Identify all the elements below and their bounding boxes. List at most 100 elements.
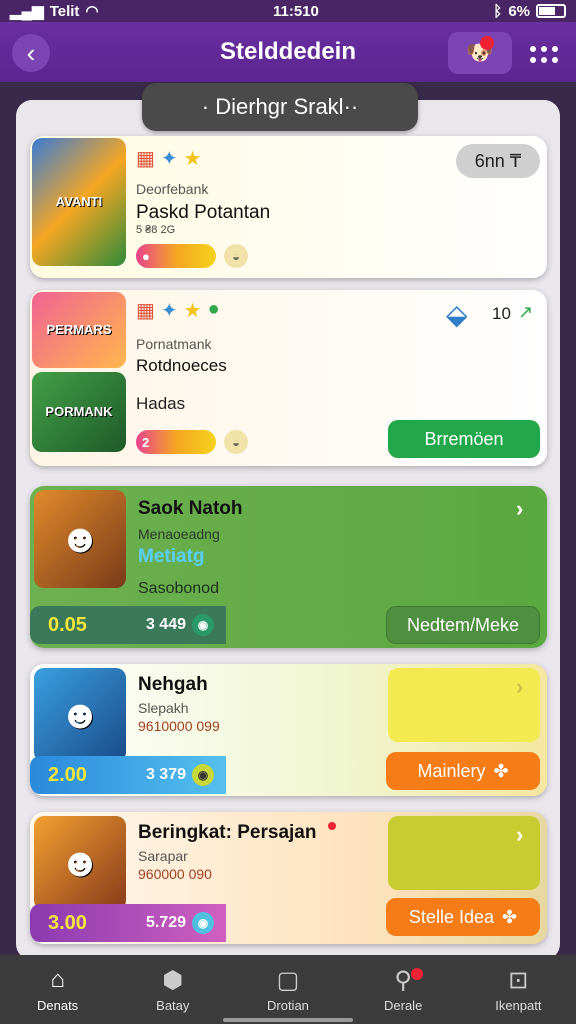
feature-icons: ▦ ✦ ★ ● (136, 298, 220, 323)
cube-icon: ⬢ (162, 967, 184, 994)
notification-dot (411, 968, 424, 980)
coin-icon: ◉ (192, 912, 214, 934)
primary-action-button[interactable]: Stelle Idea ✤ (386, 898, 540, 936)
card-subtitle: Menaoeadng (138, 526, 220, 542)
progress-pill: 2 (136, 430, 216, 454)
primary-action-button[interactable]: Brremöen (388, 420, 540, 458)
thumbnail-label: AVANTI (55, 193, 103, 209)
game-card-3[interactable]: ☻ Saok Natoh Menaoeadng Metiatg Sasobono… (30, 486, 547, 648)
progress-pill: ● (136, 244, 216, 268)
nav-item-cube[interactable]: ⬢ Batay (123, 966, 223, 1013)
status-left: ▂▄▆ Telit ◠ (10, 2, 99, 21)
button-label: Nedtem/Meke (406, 614, 520, 635)
star-icon: ★ (183, 148, 202, 170)
portrait-icon: ☻ (58, 517, 102, 561)
nav-item-home[interactable]: ⌂ Denats (8, 966, 108, 1013)
nav-item-search[interactable]: ⚲ Derale (353, 966, 453, 1013)
game-card-4[interactable]: ☻ Nehgah Slepakh 9610000 099 › 2.00 3 37… (30, 664, 547, 796)
primary-action-button[interactable]: Mainlery ✤ (386, 752, 540, 790)
box-icon: ▦ (136, 148, 155, 170)
thumbnail-label: PERMARS (46, 321, 112, 337)
nav-item-lock[interactable]: ⊡ Ikenpatt (468, 966, 568, 1013)
battery-icon (536, 4, 566, 18)
feature-icons: ▦ ✦ ★ (136, 146, 202, 171)
primary-action-button[interactable]: Nedtem/Meke (386, 606, 540, 644)
gem-icon: ● (207, 298, 220, 320)
game-card-2[interactable]: PERMARS PORMANK ▦ ✦ ★ ● Pornatmank Rotdn… (30, 290, 547, 466)
game-thumbnail: ☻ (34, 816, 126, 910)
chevron-right-icon[interactable]: › (516, 822, 523, 848)
game-card-1[interactable]: AVANTI ▦ ✦ ★ Deorfebank Paskd Potantan 5… (30, 136, 547, 278)
grid-menu-button[interactable] (524, 36, 564, 72)
game-thumbnail: ☻ (34, 490, 126, 588)
score-bar: 0.05 3 449 ◉ (30, 606, 226, 644)
score-value: 3.00 (48, 911, 87, 934)
coin-icon: ◒ (224, 430, 248, 454)
trend-up-icon: ↗ (518, 302, 534, 322)
home-icon: ⌂ (50, 966, 65, 993)
screen-icon: ▢ (276, 967, 300, 994)
bottom-nav: ⌂ Denats ⬢ Batay ▢ Drotian ⚲ Derale ⊡ Ik… (0, 955, 576, 1024)
profile-button[interactable]: 🐶 (448, 32, 512, 74)
back-button[interactable]: ‹ (12, 34, 50, 72)
nav-label: Denats (36, 998, 79, 1013)
button-label: Mainlery (417, 760, 486, 781)
game-thumbnail: AVANTI (32, 138, 126, 266)
bar-value: 2 (142, 434, 150, 450)
page-title: Stelddedein (219, 38, 357, 65)
card-highlight: Metiatg (138, 546, 205, 567)
count-value: 10 (492, 304, 511, 323)
carrier-label: Telit (49, 2, 80, 20)
game-thumbnail: PERMARS (32, 292, 126, 368)
home-indicator (223, 1018, 353, 1022)
card-title: Paskd Potantan (136, 202, 271, 223)
clock: 11:510 (272, 2, 319, 20)
game-thumbnail-secondary: PORMANK (32, 372, 126, 452)
gift-icon: ✤ (501, 906, 518, 927)
chest-icon: ⬙ (446, 299, 468, 330)
score-bar: 3.00 5.729 ◉ (30, 904, 226, 942)
lock-icon: ⊡ (508, 967, 529, 994)
card-title: Rotdnoeces (136, 356, 227, 375)
chevron-right-icon[interactable]: › (516, 496, 523, 522)
price-badge[interactable]: 6nn ₸ (456, 144, 540, 178)
game-card-5[interactable]: ☻ Beringkat: Persajan Sarapar 960000 090… (30, 812, 547, 944)
box-icon: ▦ (136, 300, 155, 322)
search-icon: ⚲ (394, 967, 412, 994)
notification-dot (480, 36, 494, 50)
score-value: 0.05 (48, 613, 87, 636)
status-right: ᛒ 6% (493, 3, 566, 20)
chevron-right-icon[interactable]: › (516, 674, 523, 700)
battery-label: 6% (508, 2, 530, 20)
nav-item-screen[interactable]: ▢ Drotian (238, 966, 338, 1013)
thumbnail-label: PORMANK (45, 403, 113, 419)
app-header: ‹ Stelddedein 🐶 (0, 22, 576, 82)
card-subtitle: Deorfebank (136, 181, 209, 197)
nav-label: Batay (156, 998, 190, 1013)
card-meta: 9610000 099 (138, 718, 220, 734)
nav-label: Drotian (267, 998, 309, 1013)
alert-dot (328, 822, 336, 830)
coin-icon: ◒ (224, 244, 248, 268)
signal-icon: ▂▄▆ (10, 3, 44, 20)
portrait-icon: ☻ (58, 841, 102, 885)
bluetooth-icon: ᛒ (493, 2, 503, 20)
button-label: Brremöen (424, 428, 504, 449)
card-meta: Hadas (136, 394, 186, 413)
sparkle-icon: ✦ (160, 148, 178, 170)
score-secondary-value: 5.729 (145, 914, 186, 931)
card-meta: Sasobonod (138, 580, 219, 597)
section-title: · Dierhgr Srakl·· (142, 83, 418, 131)
score-bar: 2.00 3 379 ◉ (30, 756, 226, 794)
card-subtitle: Pornatmank (136, 336, 212, 352)
card-title: Beringkat: Persajan (138, 822, 317, 843)
score-value: 2.00 (48, 763, 87, 786)
card-meta: 5 ₴8 2G (136, 224, 176, 236)
button-label: Stelle Idea (408, 906, 494, 927)
card-subtitle: Sarapar (138, 848, 188, 864)
status-bar: ▂▄▆ Telit ◠ 11:510 ᛒ 6% (0, 0, 576, 22)
nav-label: Ikenpatt (495, 998, 542, 1013)
game-thumbnail: ☻ (34, 668, 126, 762)
card-title: Nehgah (138, 674, 208, 695)
score-secondary: 5.729 ◉ (146, 912, 214, 934)
